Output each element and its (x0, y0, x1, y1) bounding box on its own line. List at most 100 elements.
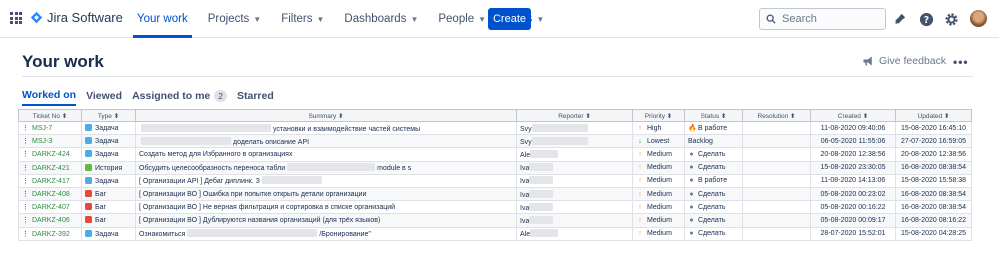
ticket-link[interactable]: DARKZ-392 (32, 231, 70, 238)
nav-item-filters[interactable]: Filters ▼ (271, 0, 334, 38)
nav-item-label: People (438, 13, 475, 25)
settings-icon[interactable] (943, 11, 959, 27)
ticket-cell[interactable]: ⋮ DARKZ-421 (18, 160, 82, 175)
nav-item-projects[interactable]: Projects ▼ (198, 0, 271, 38)
column-header-ticket-no[interactable]: Ticket No ⬍ (18, 109, 82, 122)
summary-cell[interactable]: [ Организации ВО ] Не верная фильтрация … (135, 200, 517, 215)
table-row[interactable]: ⋮ DARKZ-417 Задача [ Организации API ] Деба… (18, 173, 972, 188)
drag-handle-icon[interactable]: ⋮ (22, 138, 29, 145)
table-row[interactable]: ⋮ MSJ-7 Задача установки и взаимодействие ч… (18, 120, 972, 136)
ticket-cell[interactable]: ⋮ DARKZ-406 (18, 213, 82, 228)
ticket-cell[interactable]: ⋮ DARKZ-408 (18, 186, 82, 202)
summary-cell[interactable]: [ Организации API ] Дебаг диплинк. З (135, 173, 517, 188)
issue-type-icon (85, 190, 92, 198)
summary-cell[interactable]: Создать метод для Избранного в организац… (135, 147, 517, 162)
summary-cell[interactable]: [ Организации ВО ] Ошибка при попытке от… (135, 186, 517, 202)
status-icon: ● (689, 164, 694, 172)
summary-cell[interactable]: установки и взаимодействие частей систем… (135, 120, 517, 136)
sort-icon: ⬍ (664, 112, 673, 120)
column-header-created[interactable]: Created ⬍ (810, 109, 896, 122)
create-button[interactable]: Create (488, 8, 531, 30)
tab-worked-on[interactable]: Worked on (22, 89, 77, 106)
ticket-link[interactable]: DARKZ-417 (32, 178, 70, 185)
nav-item-people[interactable]: People ▼ (428, 0, 496, 38)
chevron-down-icon: ▼ (536, 14, 545, 24)
status-icon: ● (689, 230, 694, 238)
notifications-icon[interactable] (892, 11, 908, 27)
summary-cell[interactable]: Ознакомиться/Бронирование" (135, 226, 517, 241)
column-header-updated[interactable]: Updated ⬍ (895, 109, 972, 122)
summary-text-tail: /Бронирование" (319, 231, 371, 239)
column-header-resolution[interactable]: Resolution ⬍ (742, 109, 811, 122)
table-row[interactable]: ⋮ DARKZ-424 Задача Создать метод для Избран… (18, 147, 972, 162)
tab-assigned-to-me[interactable]: Assigned to me 2 (132, 89, 227, 106)
sort-icon: ⬍ (336, 112, 344, 120)
drag-handle-icon[interactable]: ⋮ (22, 165, 29, 172)
type-cell: История (81, 160, 136, 175)
table-row[interactable]: ⋮ MSJ-3 Задача доделать описание API Svy ↓ Low… (18, 134, 972, 149)
ticket-link[interactable]: DARKZ-406 (32, 217, 70, 224)
ticket-cell[interactable]: ⋮ DARKZ-407 (18, 200, 82, 215)
ticket-cell[interactable]: ⋮ MSJ-3 (18, 134, 82, 149)
help-icon[interactable]: ? (918, 11, 934, 27)
redacted-text (187, 229, 318, 238)
table-row[interactable]: ⋮ DARKZ-408 Баг [ Организации ВО ] Ошибка п… (18, 186, 972, 202)
summary-text: Обсудить целесообразность переноса табли (139, 165, 286, 173)
tab-viewed[interactable]: Viewed (86, 89, 122, 106)
drag-handle-icon[interactable]: ⋮ (22, 191, 29, 198)
summary-cell[interactable]: Обсудить целесообразность переноса табли… (135, 160, 517, 175)
resolution-cell (742, 120, 811, 136)
reporter-cell: Svy (516, 120, 633, 136)
column-header-type[interactable]: Type ⬍ (81, 109, 136, 122)
redacted-reporter (529, 215, 554, 224)
jira-logo[interactable]: Jira Software (30, 10, 123, 25)
ticket-cell[interactable]: ⋮ DARKZ-417 (18, 173, 82, 188)
column-header-status[interactable]: Status ⬍ (684, 109, 743, 122)
status-label: Сделать (698, 190, 726, 198)
drag-handle-icon[interactable]: ⋮ (22, 151, 29, 158)
issue-type-label: Баг (95, 204, 107, 212)
nav-item-label: Dashboards (344, 13, 407, 25)
header-divider (22, 76, 973, 77)
drag-handle-icon[interactable]: ⋮ (22, 204, 29, 211)
drag-handle-icon[interactable]: ⋮ (22, 217, 29, 224)
ticket-cell[interactable]: ⋮ DARKZ-392 (18, 226, 82, 241)
updated-date: 15-08-2020 15:58:38 (895, 173, 972, 188)
search-input[interactable] (782, 13, 877, 25)
issues-table: Ticket No ⬍ Type ⬍ Summary ⬍ Reporter ⬍ Prio… (18, 109, 972, 241)
nav-item-dashboards[interactable]: Dashboards ▼ (334, 0, 428, 38)
table-row[interactable]: ⋮ DARKZ-406 Баг [ Организации ВО ] Дублирую… (18, 213, 972, 228)
column-header-priority[interactable]: Priority ⬍ (632, 109, 685, 122)
table-row[interactable]: ⋮ DARKZ-421 История Обсудить целесообразнос… (18, 160, 972, 175)
table-row[interactable]: ⋮ DARKZ-407 Баг [ Организации ВО ] Не верна… (18, 200, 972, 215)
search-box[interactable] (759, 8, 886, 30)
drag-handle-icon[interactable]: ⋮ (22, 178, 29, 185)
profile-avatar[interactable] (970, 10, 987, 27)
tab-label: Assigned to me (132, 90, 211, 102)
ticket-link[interactable]: DARKZ-424 (32, 151, 70, 158)
table-row[interactable]: ⋮ DARKZ-392 Задача Ознакомиться/Бронировани… (18, 226, 972, 241)
summary-cell[interactable]: [ Организации ВО ] Дублируются названия … (135, 213, 517, 228)
drag-handle-icon[interactable]: ⋮ (22, 231, 29, 238)
nav-item-your-work[interactable]: Your work (127, 0, 198, 38)
issue-type-label: Баг (95, 217, 107, 225)
column-header-reporter[interactable]: Reporter ⬍ (516, 109, 633, 122)
table-body: ⋮ MSJ-7 Задача установки и взаимодействие ч… (18, 120, 972, 241)
priority-medium-icon: ↑ (638, 190, 642, 198)
summary-cell[interactable]: доделать описание API (135, 134, 517, 149)
app-switcher-icon[interactable] (10, 12, 22, 24)
drag-handle-icon[interactable]: ⋮ (22, 125, 29, 132)
ticket-link[interactable]: DARKZ-421 (32, 165, 70, 172)
ticket-link[interactable]: MSJ-3 (32, 138, 52, 145)
give-feedback-button[interactable]: Give feedback (862, 55, 946, 67)
ticket-link[interactable]: DARKZ-408 (32, 191, 70, 198)
ticket-cell[interactable]: ⋮ DARKZ-424 (18, 147, 82, 162)
column-header-label: Ticket No (32, 112, 60, 120)
ticket-cell[interactable]: ⋮ MSJ-7 (18, 120, 82, 136)
ticket-link[interactable]: DARKZ-407 (32, 204, 70, 211)
top-navigation: Jira Software Your work Projects ▼ Filters ▼… (0, 0, 999, 38)
column-header-summary[interactable]: Summary ⬍ (135, 109, 517, 122)
tab-starred[interactable]: Starred (237, 89, 274, 106)
ticket-link[interactable]: MSJ-7 (32, 125, 52, 132)
more-actions-button[interactable]: ••• (953, 55, 969, 69)
